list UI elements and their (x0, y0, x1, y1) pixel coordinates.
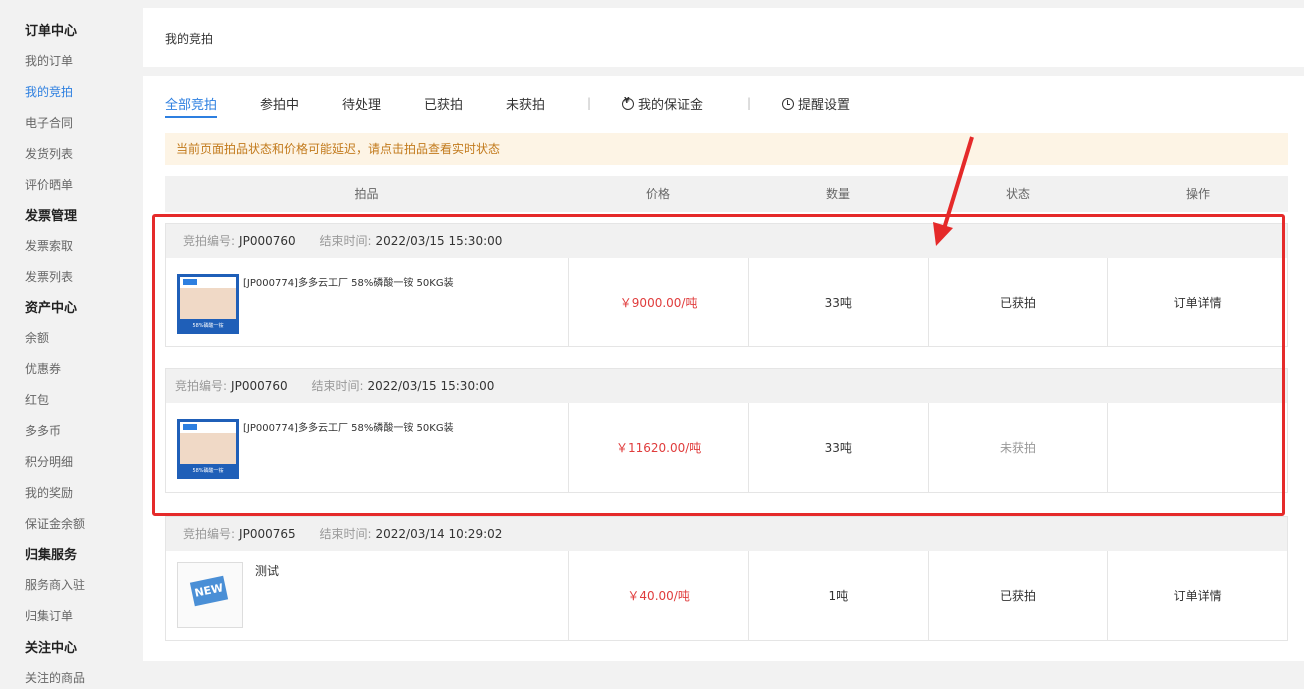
column-header-price: 价格 (645, 187, 670, 201)
auction-block-header: 竞拍编号: JP000760 结束时间: 2022/03/15 15:30:00 (166, 224, 1287, 258)
sidebar-item-followed-products[interactable]: 关注的商品 (25, 669, 85, 686)
product-thumbnail[interactable]: 58%磷酸一铵 (177, 419, 239, 479)
auction-id: JP000765 (239, 527, 296, 541)
sidebar-item-invoice-list[interactable]: 发票列表 (25, 268, 73, 285)
auction-block: 竞拍编号: JP000765 结束时间: 2022/03/14 10:29:02 N… (165, 516, 1288, 641)
status: 未获拍 (927, 403, 1108, 492)
price: ￥40.00/吨 (568, 551, 748, 640)
table-row: 58%磷酸一铵 [JP000774]多多云工厂 58%磷酸一铵 50KG装 ￥9… (166, 258, 1287, 346)
sidebar-item-rewards[interactable]: 我的奖励 (25, 484, 73, 501)
main-panel: 全部竞拍 参拍中 待处理 已获拍 未获拍 | 我的保证金 | 提醒设置 当前页面… (143, 76, 1304, 661)
sidebar-group-aggregation: 归集服务 (25, 548, 78, 563)
brand-logo (183, 424, 197, 430)
product-cell[interactable]: 58%磷酸一铵 [JP000774]多多云工厂 58%磷酸一铵 50KG装 (166, 258, 568, 346)
tab-won[interactable]: 已获拍 (424, 94, 463, 113)
tab-lost[interactable]: 未获拍 (506, 94, 545, 113)
status: 已获拍 (927, 258, 1108, 346)
sidebar-item-deposit-balance[interactable]: 保证金余额 (25, 515, 85, 532)
price: ￥9000.00/吨 (568, 258, 748, 346)
auction-block: 竞拍编号: JP000760 结束时间: 2022/03/15 15:30:00 5… (165, 223, 1288, 347)
table-header: 拍品 价格 数量 状态 操作 (165, 176, 1288, 212)
sidebar-item-balance[interactable]: 余额 (25, 329, 49, 346)
thumbnail-badge: 58%磷酸一铵 (192, 468, 224, 474)
end-time: 2022/03/15 15:30:00 (375, 234, 503, 248)
sidebar-item-invoice-request[interactable]: 发票索取 (25, 237, 73, 254)
clock-icon (782, 98, 794, 110)
tab-pending[interactable]: 待处理 (342, 94, 381, 113)
auction-block-header: 竞拍编号: JP000760 结束时间: 2022/03/15 15:30:00 (166, 369, 1287, 403)
column-header-quantity: 数量 (825, 187, 850, 201)
product-thumbnail[interactable]: NEW (177, 562, 243, 628)
sidebar-item-coupons[interactable]: 优惠券 (25, 360, 61, 377)
auction-id: JP000760 (239, 234, 296, 248)
page-title: 我的竞拍 (165, 32, 214, 46)
sidebar-item-reviews[interactable]: 评价晒单 (25, 176, 73, 193)
sidebar-item-points[interactable]: 积分明细 (25, 453, 73, 470)
brand-logo (183, 279, 197, 285)
product-name[interactable]: [JP000774]多多云工厂 58%磷酸一铵 50KG装 (243, 274, 454, 289)
product-name[interactable]: 测试 (255, 562, 279, 579)
page-header: 我的竞拍 (143, 8, 1304, 67)
sidebar-group-assets: 资产中心 (25, 301, 78, 316)
column-header-status: 状态 (1005, 187, 1030, 201)
coin-icon (622, 96, 634, 110)
sidebar-item-my-orders[interactable]: 我的订单 (25, 52, 73, 69)
sidebar-item-duoduo-coin[interactable]: 多多币 (25, 422, 61, 439)
end-time: 2022/03/14 10:29:02 (375, 527, 503, 541)
tab-bar: 全部竞拍 参拍中 待处理 已获拍 未获拍 | 我的保证金 | 提醒设置 (165, 94, 1285, 118)
order-detail-link[interactable]: 订单详情 (1107, 258, 1287, 346)
price: ￥11620.00/吨 (568, 403, 748, 492)
product-thumbnail[interactable]: 58%磷酸一铵 (177, 274, 239, 334)
tab-my-deposit[interactable]: 我的保证金 (622, 94, 703, 113)
sidebar: 订单中心 我的订单 我的竞拍 电子合同 发货列表 评价晒单 发票管理 发票索取 … (0, 0, 130, 689)
column-header-product: 拍品 (354, 187, 379, 201)
delay-notice: 当前页面拍品状态和价格可能延迟，请点击拍品查看实时状态 (165, 133, 1288, 165)
column-header-action: 操作 (1185, 187, 1210, 201)
auction-id: JP000760 (231, 379, 288, 393)
table-row: NEW 测试 ￥40.00/吨 1吨 已获拍 订单详情 (166, 551, 1287, 640)
sidebar-group-order-center: 订单中心 (25, 24, 78, 39)
action-cell (1107, 403, 1287, 492)
order-detail-link[interactable]: 订单详情 (1107, 551, 1287, 640)
sidebar-item-e-contract[interactable]: 电子合同 (25, 114, 73, 131)
thumbnail-badge: 58%磷酸一铵 (192, 323, 224, 329)
active-tab-underline (165, 116, 217, 118)
product-cell[interactable]: 58%磷酸一铵 [JP000774]多多云工厂 58%磷酸一铵 50KG装 (166, 403, 568, 492)
product-cell[interactable]: NEW 测试 (166, 551, 568, 640)
auction-block-header: 竞拍编号: JP000765 结束时间: 2022/03/14 10:29:02 (166, 517, 1287, 551)
status: 已获拍 (927, 551, 1108, 640)
new-sign-image: NEW (189, 575, 229, 607)
tab-reminder-settings[interactable]: 提醒设置 (782, 94, 850, 113)
tab-bidding[interactable]: 参拍中 (260, 94, 299, 113)
sidebar-group-invoice: 发票管理 (25, 209, 78, 224)
tab-all-auctions[interactable]: 全部竞拍 (165, 94, 217, 118)
sidebar-item-red-packet[interactable]: 红包 (25, 391, 49, 408)
quantity: 33吨 (747, 403, 928, 492)
sidebar-item-provider-join[interactable]: 服务商入驻 (25, 576, 85, 593)
tab-separator: | (587, 96, 592, 110)
product-name[interactable]: [JP000774]多多云工厂 58%磷酸一铵 50KG装 (243, 419, 454, 434)
quantity: 1吨 (747, 551, 928, 640)
tab-separator: | (747, 96, 752, 110)
sidebar-item-aggregation-orders[interactable]: 归集订单 (25, 607, 73, 624)
auction-block: 竞拍编号: JP000760 结束时间: 2022/03/15 15:30:00 5… (165, 368, 1288, 493)
sidebar-group-following: 关注中心 (25, 641, 78, 656)
end-time: 2022/03/15 15:30:00 (367, 379, 495, 393)
sidebar-item-my-auctions[interactable]: 我的竞拍 (25, 83, 73, 100)
quantity: 33吨 (747, 258, 928, 346)
sidebar-item-shipping-list[interactable]: 发货列表 (25, 145, 73, 162)
table-row: 58%磷酸一铵 [JP000774]多多云工厂 58%磷酸一铵 50KG装 ￥1… (166, 403, 1287, 492)
